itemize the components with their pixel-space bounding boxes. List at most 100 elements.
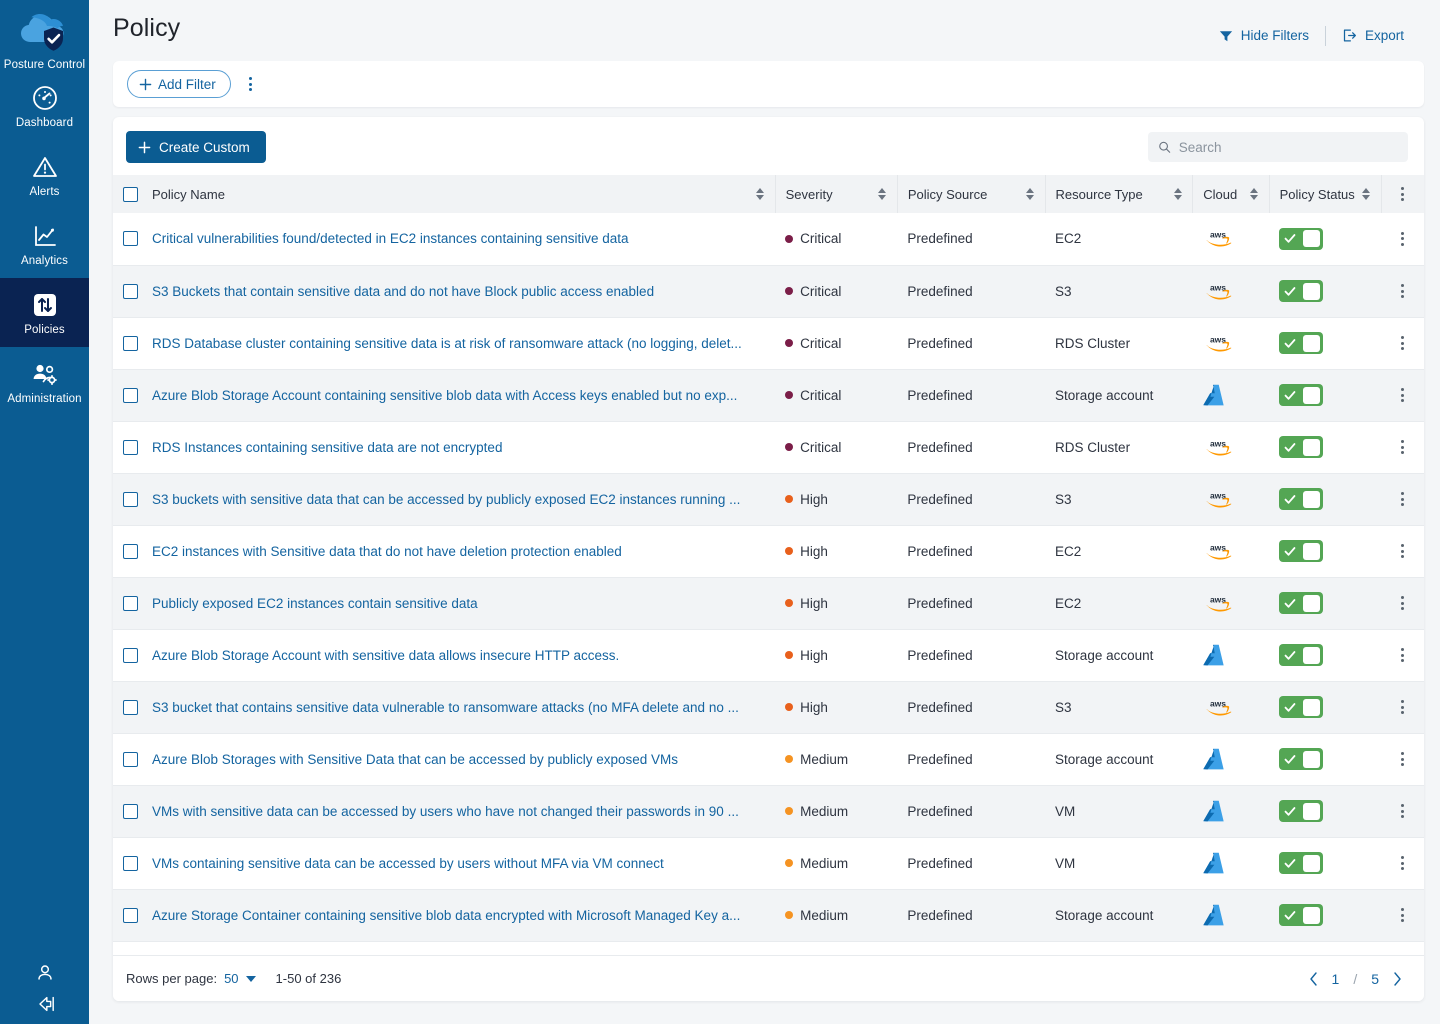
policy-name-link[interactable]: RDS Database cluster containing sensitiv… (152, 336, 742, 351)
sort-icon[interactable] (878, 188, 887, 200)
table-row[interactable]: Azure Blob Storages with Sensitive Data … (113, 733, 1424, 785)
current-page[interactable]: 1 (1332, 971, 1340, 987)
policy-name-link[interactable]: S3 bucket that contains sensitive data v… (152, 700, 739, 715)
sidebar-item-policies[interactable]: Policies (0, 278, 89, 347)
row-menu-icon[interactable] (1389, 488, 1416, 510)
column-header-options[interactable] (1381, 175, 1424, 213)
row-checkbox[interactable] (123, 284, 138, 299)
table-row[interactable]: RDS Database cluster containing sensitiv… (113, 317, 1424, 369)
policy-status-toggle[interactable] (1279, 592, 1323, 614)
table-row[interactable]: Azure Storage Container containing sensi… (113, 889, 1424, 941)
policy-status-toggle[interactable] (1279, 280, 1323, 302)
row-menu-icon[interactable] (1389, 592, 1416, 614)
policy-name-link[interactable]: VMs containing sensitive data can be acc… (152, 856, 664, 871)
sort-icon[interactable] (1250, 188, 1259, 200)
sort-icon[interactable] (1026, 188, 1035, 200)
sidebar-item-dashboard[interactable]: Dashboard (0, 71, 89, 140)
row-checkbox[interactable] (123, 752, 138, 767)
row-menu-icon[interactable] (1389, 852, 1416, 874)
table-row[interactable]: S3 buckets with sensitive data that can … (113, 473, 1424, 525)
policy-status-toggle[interactable] (1279, 436, 1323, 458)
table-row[interactable]: VMs with sensitive data can be accessed … (113, 785, 1424, 837)
policy-name-link[interactable]: VMs with sensitive data can be accessed … (152, 804, 739, 819)
row-menu-icon[interactable] (1389, 280, 1416, 302)
rows-per-page-value[interactable]: 50 (224, 971, 238, 986)
table-row[interactable]: EC2 instances with Sensitive data that d… (113, 525, 1424, 577)
hide-filters-button[interactable]: Hide Filters (1203, 24, 1325, 47)
policy-name-link[interactable]: Azure Blob Storage Account with sensitiv… (152, 648, 619, 663)
row-menu-icon[interactable] (1389, 384, 1416, 406)
row-checkbox[interactable] (123, 336, 138, 351)
row-menu-icon[interactable] (1389, 332, 1416, 354)
row-checkbox[interactable] (123, 544, 138, 559)
chevron-down-icon[interactable] (246, 976, 256, 982)
row-checkbox[interactable] (123, 596, 138, 611)
sidebar-item-alerts[interactable]: Alerts (0, 140, 89, 209)
row-menu-icon[interactable] (1389, 228, 1416, 250)
row-checkbox[interactable] (123, 492, 138, 507)
table-row[interactable]: Critical vulnerabilities found/detected … (113, 213, 1424, 265)
policy-name-link[interactable]: S3 buckets with sensitive data that can … (152, 492, 740, 507)
row-menu-icon[interactable] (1389, 800, 1416, 822)
policy-status-toggle[interactable] (1279, 540, 1323, 562)
column-header-policy-status[interactable]: Policy Status (1269, 175, 1381, 213)
policy-name-link[interactable]: Azure Blob Storages with Sensitive Data … (152, 752, 678, 767)
search-input[interactable] (1179, 140, 1398, 155)
row-checkbox[interactable] (123, 700, 138, 715)
rows-per-page[interactable]: Rows per page: 50 (126, 971, 256, 986)
policy-name-link[interactable]: EC2 instances with Sensitive data that d… (152, 544, 622, 559)
previous-page-button[interactable] (1309, 972, 1318, 986)
sidebar-item-administration[interactable]: Administration (0, 347, 89, 416)
policy-status-toggle[interactable] (1279, 332, 1323, 354)
search-box[interactable] (1148, 132, 1408, 162)
column-header-policy-source[interactable]: Policy Source (897, 175, 1045, 213)
policy-name-link[interactable]: Azure Blob Storage Account containing se… (152, 388, 737, 403)
row-checkbox[interactable] (123, 856, 138, 871)
column-header-cloud[interactable]: Cloud (1193, 175, 1269, 213)
table-row[interactable]: S3 Buckets that contain sensitive data a… (113, 265, 1424, 317)
table-options-menu-icon[interactable] (1390, 183, 1416, 205)
row-checkbox[interactable] (123, 804, 138, 819)
row-menu-icon[interactable] (1389, 540, 1416, 562)
column-header-severity[interactable]: Severity (775, 175, 897, 213)
row-menu-icon[interactable] (1389, 748, 1416, 770)
row-checkbox[interactable] (123, 908, 138, 923)
policy-name-link[interactable]: RDS Instances containing sensitive data … (152, 440, 502, 455)
sidebar-item-analytics[interactable]: Analytics (0, 209, 89, 278)
policy-name-link[interactable]: Publicly exposed EC2 instances contain s… (152, 596, 478, 611)
row-menu-icon[interactable] (1389, 644, 1416, 666)
policy-name-link[interactable]: Critical vulnerabilities found/detected … (152, 231, 629, 246)
table-row[interactable]: RDS Instances containing sensitive data … (113, 421, 1424, 473)
table-row[interactable]: Azure Blob Storage Account with sensitiv… (113, 629, 1424, 681)
create-custom-button[interactable]: Create Custom (126, 131, 266, 163)
export-button[interactable]: Export (1326, 24, 1420, 47)
user-icon[interactable] (34, 962, 56, 984)
policy-status-toggle[interactable] (1279, 748, 1323, 770)
next-page-button[interactable] (1393, 972, 1402, 986)
row-checkbox[interactable] (123, 388, 138, 403)
policy-status-toggle[interactable] (1279, 904, 1323, 926)
policy-status-toggle[interactable] (1279, 384, 1323, 406)
row-checkbox[interactable] (123, 440, 138, 455)
policy-status-toggle[interactable] (1279, 696, 1323, 718)
policy-name-link[interactable]: S3 Buckets that contain sensitive data a… (152, 284, 654, 299)
policy-status-toggle[interactable] (1279, 228, 1323, 250)
policy-status-toggle[interactable] (1279, 852, 1323, 874)
add-filter-button[interactable]: Add Filter (127, 70, 231, 98)
row-checkbox[interactable] (123, 231, 138, 246)
table-row[interactable]: Publicly exposed EC2 instances contain s… (113, 577, 1424, 629)
policy-name-link[interactable]: Azure Storage Container containing sensi… (152, 908, 740, 923)
policy-status-toggle[interactable] (1279, 800, 1323, 822)
row-menu-icon[interactable] (1389, 436, 1416, 458)
column-header-resource-type[interactable]: Resource Type (1045, 175, 1193, 213)
sort-icon[interactable] (1362, 188, 1371, 200)
table-row[interactable]: S3 bucket that contains sensitive data v… (113, 681, 1424, 733)
table-row[interactable]: VMs containing sensitive data can be acc… (113, 837, 1424, 889)
table-row[interactable]: Azure Blob Storage Account containing se… (113, 369, 1424, 421)
sort-icon[interactable] (756, 188, 765, 200)
row-checkbox[interactable] (123, 648, 138, 663)
row-menu-icon[interactable] (1389, 696, 1416, 718)
filter-overflow-menu-icon[interactable] (245, 73, 256, 95)
column-header-policy-name[interactable]: Policy Name (113, 175, 775, 213)
brand-logo[interactable]: Posture Control (0, 0, 89, 71)
